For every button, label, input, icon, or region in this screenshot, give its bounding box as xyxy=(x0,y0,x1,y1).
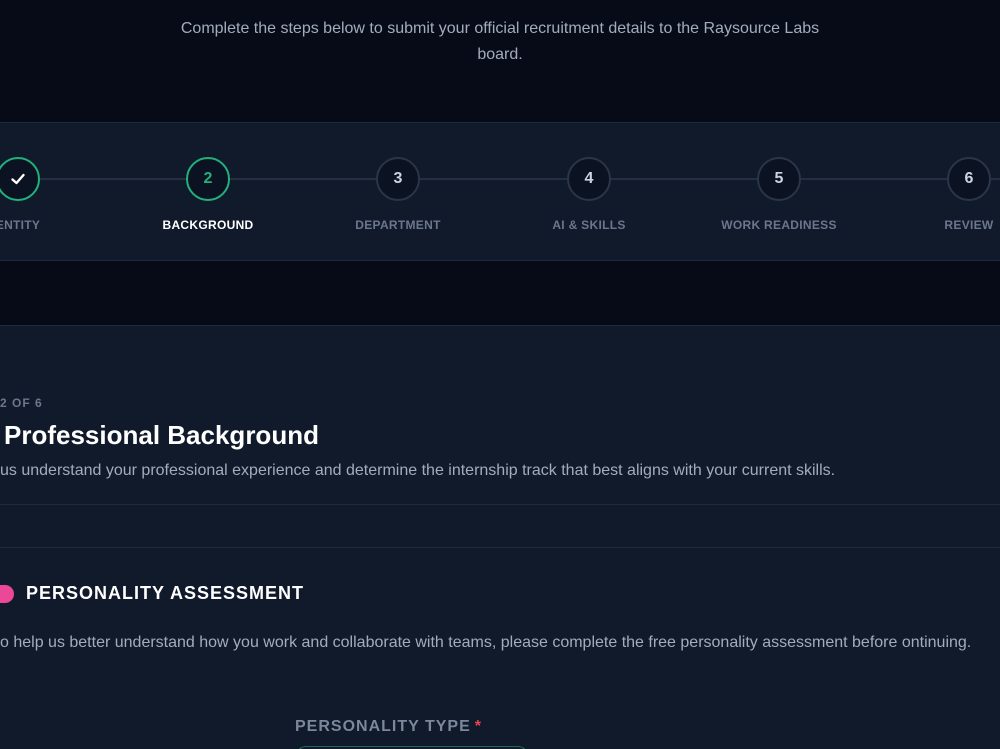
page-description: us understand your professional experien… xyxy=(0,462,836,479)
field-label-text: PERSONALITY TYPE xyxy=(295,718,471,735)
intro-line-2: board. xyxy=(477,46,523,63)
personality-section-header: PERSONALITY ASSESSMENT xyxy=(0,583,304,604)
page-title: Professional Background xyxy=(4,420,319,450)
step-label: AI & SKILLS xyxy=(552,218,626,232)
step-label: ENTITY xyxy=(0,218,41,232)
step-label: DEPARTMENT xyxy=(355,218,441,232)
brain-icon xyxy=(0,584,14,603)
required-marker: * xyxy=(474,718,482,735)
step-background[interactable]: 2 BACKGROUND xyxy=(128,157,288,232)
check-icon xyxy=(11,173,25,185)
personality-type-label: PERSONALITY TYPE * xyxy=(295,718,482,736)
progress-stepper: ENTITY 2 BACKGROUND 3 DEPARTMENT 4 AI & … xyxy=(0,122,1000,261)
step-identity[interactable]: ENTITY xyxy=(0,157,98,232)
step-circle: 5 xyxy=(757,157,801,201)
step-work-readiness[interactable]: 5 WORK READINESS xyxy=(699,157,859,232)
step-department[interactable]: 3 DEPARTMENT xyxy=(318,157,478,232)
step-label: WORK READINESS xyxy=(721,218,837,232)
step-label: BACKGROUND xyxy=(162,218,254,232)
divider xyxy=(0,547,1000,548)
form-card: 2 OF 6 Professional Background us unders… xyxy=(0,325,1000,749)
divider xyxy=(0,504,1000,505)
step-circle: 3 xyxy=(376,157,420,201)
step-circle: 6 xyxy=(947,157,991,201)
step-circle xyxy=(0,157,40,201)
step-count: 2 OF 6 xyxy=(0,396,43,410)
step-circle: 2 xyxy=(186,157,230,201)
step-label: REVIEW xyxy=(944,218,994,232)
step-review[interactable]: 6 REVIEW xyxy=(889,157,1000,232)
section-title: PERSONALITY ASSESSMENT xyxy=(26,583,305,603)
step-ai-skills[interactable]: 4 AI & SKILLS xyxy=(509,157,669,232)
step-circle: 4 xyxy=(567,157,611,201)
section-description: o help us better understand how you work… xyxy=(0,634,972,651)
intro-line-1: Complete the steps below to submit your … xyxy=(180,20,820,37)
intro-text: Complete the steps below to submit your … xyxy=(0,16,1000,68)
